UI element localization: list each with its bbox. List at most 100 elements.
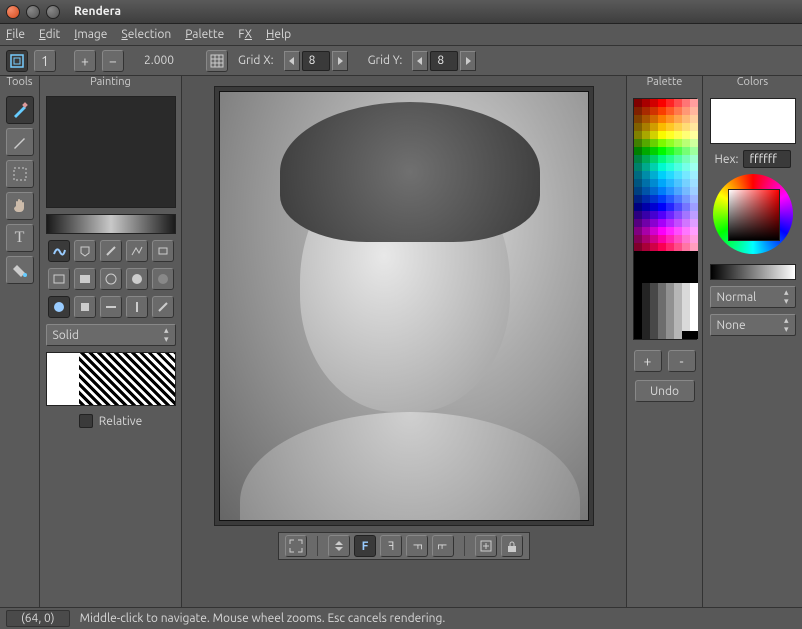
shape-outline-row (48, 268, 174, 290)
zoom-value: 2.000 (134, 54, 184, 67)
rotate-0-button[interactable]: F (354, 535, 376, 557)
brush-size-strip[interactable] (46, 214, 176, 234)
brush-tool[interactable] (6, 96, 34, 124)
status-coords: (64, 0) (6, 610, 70, 627)
menu-palette[interactable]: Palette (185, 28, 224, 41)
shape-rect-outline[interactable] (48, 268, 70, 290)
colors-panel: Colors Hex: ffffff Normal ▴▾ None ▴▾ (702, 76, 802, 607)
stroke-rect[interactable] (152, 240, 174, 262)
palette-title: Palette (627, 76, 702, 94)
color-wheel[interactable] (713, 174, 793, 254)
toolbar: 1 + − 2.000 Grid X: 8 Grid Y: 8 (0, 46, 802, 76)
window-minimize-button[interactable] (26, 5, 40, 19)
select-tool[interactable] (6, 160, 34, 188)
stroke-line[interactable] (100, 240, 122, 262)
stroke-region[interactable] (74, 240, 96, 262)
tip-round[interactable] (48, 296, 70, 318)
current-color-swatch[interactable] (710, 98, 796, 144)
colors-title: Colors (703, 76, 802, 94)
palette-undo-button[interactable]: Undo (635, 380, 695, 402)
gridx-label: Grid X: (238, 54, 274, 67)
palette-panel: Palette + - Undo (626, 76, 702, 607)
chevron-updown-icon: ▴▾ (784, 288, 789, 306)
menu-image[interactable]: Image (74, 28, 107, 41)
rotate-180-button[interactable]: F (406, 535, 428, 557)
tip-vline[interactable] (126, 296, 148, 318)
canvas[interactable] (219, 91, 589, 521)
menu-fx[interactable]: FX (238, 28, 252, 41)
stroke-polyline[interactable] (126, 240, 148, 262)
status-hint: Middle-click to navigate. Mouse wheel zo… (80, 612, 446, 625)
wrap-mode-dropdown[interactable]: None ▴▾ (710, 314, 796, 336)
palette-grid[interactable] (633, 98, 697, 340)
menu-edit[interactable]: Edit (39, 28, 60, 41)
canvas-area: F F F F (182, 76, 626, 607)
blend-mode-value: Normal (717, 291, 757, 304)
brush-mode-dropdown[interactable]: Solid ▴▾ (46, 324, 176, 346)
relative-label: Relative (99, 415, 142, 428)
fullscreen-button[interactable] (285, 535, 307, 557)
stroke-freehand[interactable] (48, 240, 70, 262)
gridy-label: Grid Y: (368, 54, 403, 67)
rotate-90-button[interactable]: F (380, 535, 402, 557)
zoom-out-button[interactable]: − (102, 50, 124, 72)
shape-rect-fill[interactable] (74, 268, 96, 290)
palette-add-button[interactable]: + (634, 350, 662, 372)
gridx-field[interactable]: 8 (302, 51, 330, 71)
brush-mode-value: Solid (53, 329, 79, 342)
main-area: Tools T Painting (0, 76, 802, 607)
chevron-updown-icon: ▴▾ (784, 316, 789, 334)
shape-blur[interactable] (152, 268, 174, 290)
menu-selection[interactable]: Selection (121, 28, 171, 41)
fill-tool[interactable] (6, 256, 34, 284)
zoom-100-button[interactable]: 1 (34, 50, 56, 72)
wrap-mode-value: None (717, 319, 746, 332)
painting-title: Painting (40, 76, 181, 94)
canvas-frame (214, 86, 594, 526)
brush-preview (46, 96, 176, 208)
brush-tip-row (48, 296, 174, 318)
hand-tool[interactable] (6, 192, 34, 220)
pencil-tool[interactable] (6, 128, 34, 156)
menu-help[interactable]: Help (266, 28, 291, 41)
hex-field[interactable]: ffffff (743, 150, 791, 168)
flip-v-button[interactable] (328, 535, 350, 557)
lock-button[interactable] (501, 535, 523, 557)
statusbar: (64, 0) Middle-click to navigate. Mouse … (0, 607, 802, 629)
titlebar: Rendera (0, 0, 802, 24)
window-title: Rendera (74, 5, 121, 18)
menubar: File Edit Image Selection Palette FX Hel… (0, 24, 802, 46)
text-tool[interactable]: T (6, 224, 34, 252)
painting-panel: Painting Solid ▴▾ (40, 76, 182, 607)
blend-mode-dropdown[interactable]: Normal ▴▾ (710, 286, 796, 308)
tools-panel: Tools T (0, 76, 40, 607)
gridx-decrease[interactable] (284, 51, 300, 71)
tools-title: Tools (0, 76, 39, 94)
gridy-increase[interactable] (460, 51, 476, 71)
relative-row: Relative (79, 414, 142, 428)
tip-hline[interactable] (100, 296, 122, 318)
hex-label: Hex: (714, 153, 738, 166)
shape-circle-outline[interactable] (100, 268, 122, 290)
menu-file[interactable]: File (6, 28, 25, 41)
shape-circle-fill[interactable] (126, 268, 148, 290)
toggle-grid-button[interactable] (206, 50, 228, 72)
rotate-270-button[interactable]: F (432, 535, 454, 557)
relative-checkbox[interactable] (79, 414, 93, 428)
gridy-decrease[interactable] (412, 51, 428, 71)
pattern-picker[interactable] (46, 352, 176, 406)
chevron-updown-icon: ▴▾ (164, 326, 169, 344)
canvas-toolbar: F F F F (278, 532, 530, 560)
tip-diag[interactable] (152, 296, 174, 318)
palette-remove-button[interactable]: - (668, 350, 696, 372)
value-slider[interactable] (710, 264, 796, 280)
stroke-shape-row (48, 240, 174, 262)
tip-square[interactable] (74, 296, 96, 318)
gridy-field[interactable]: 8 (430, 51, 458, 71)
center-button[interactable] (475, 535, 497, 557)
window-maximize-button[interactable] (46, 5, 60, 19)
zoom-fit-button[interactable] (6, 50, 28, 72)
gridx-increase[interactable] (332, 51, 348, 71)
window-close-button[interactable] (6, 5, 20, 19)
zoom-in-button[interactable]: + (74, 50, 96, 72)
